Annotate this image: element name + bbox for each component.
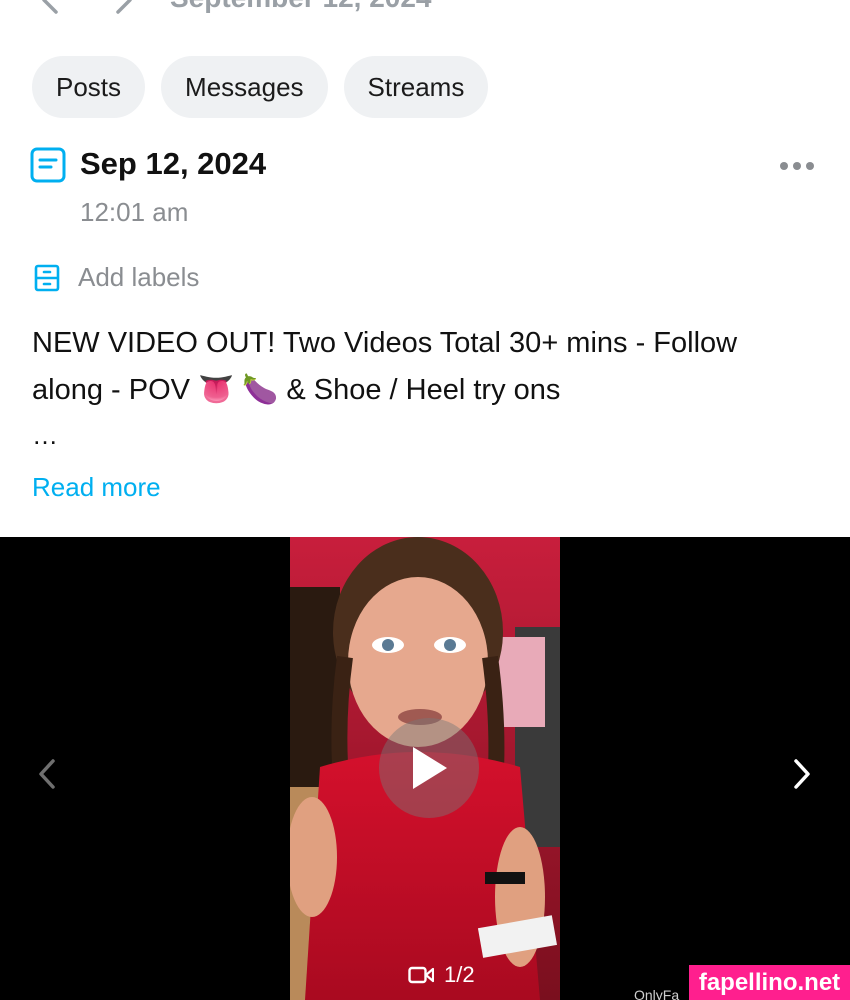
date-title: September 12, 2024: [170, 0, 432, 14]
date-navigation: September 12, 2024: [0, 0, 850, 22]
previous-date-button[interactable]: [30, 0, 70, 20]
media-next-button[interactable]: [787, 754, 817, 794]
next-date-button[interactable]: [104, 0, 144, 20]
chevron-right-icon: [794, 759, 810, 789]
chip-messages[interactable]: Messages: [161, 56, 328, 118]
more-options-icon[interactable]: [776, 152, 818, 180]
media-counter-text: 1/2: [444, 962, 475, 987]
onlyfans-watermark: OnlyFa: [634, 987, 680, 1000]
post-text-line-1: NEW VIDEO OUT! Two Videos Total 30+ mins…: [32, 327, 738, 359]
read-more-link[interactable]: Read more: [32, 472, 161, 503]
media-viewer[interactable]: 1/2: [0, 537, 850, 1000]
post-page: { "header": { "date_title": "September 1…: [0, 0, 850, 1000]
chip-posts[interactable]: Posts: [32, 56, 146, 118]
media-prev-button[interactable]: [32, 754, 62, 794]
play-icon: [413, 747, 447, 789]
add-labels-button[interactable]: Add labels: [32, 262, 199, 293]
media-counter: 1/2: [408, 962, 475, 988]
text-ellipsis: …: [32, 420, 58, 450]
post-icon: [30, 147, 66, 183]
add-labels-text: Add labels: [78, 262, 200, 292]
chevron-left-icon: [42, 0, 58, 14]
video-camera-icon: [408, 966, 434, 984]
chip-streams[interactable]: Streams: [343, 56, 489, 118]
chevron-right-icon: [116, 0, 132, 14]
post-time: 12:01 am: [80, 197, 189, 227]
chevron-left-icon: [39, 759, 55, 789]
post-date: Sep 12, 2024: [80, 146, 267, 181]
label-icon: [34, 264, 60, 291]
post-text-line-2: along - POV 👅 🍆 & Shoe / Heel try ons: [32, 374, 561, 406]
site-watermark: fapellino.net: [689, 965, 850, 1000]
post-text: NEW VIDEO OUT! Two Videos Total 30+ mins…: [32, 320, 822, 414]
play-button[interactable]: [379, 718, 479, 818]
filter-chips: Posts Messages Streams: [32, 56, 489, 118]
